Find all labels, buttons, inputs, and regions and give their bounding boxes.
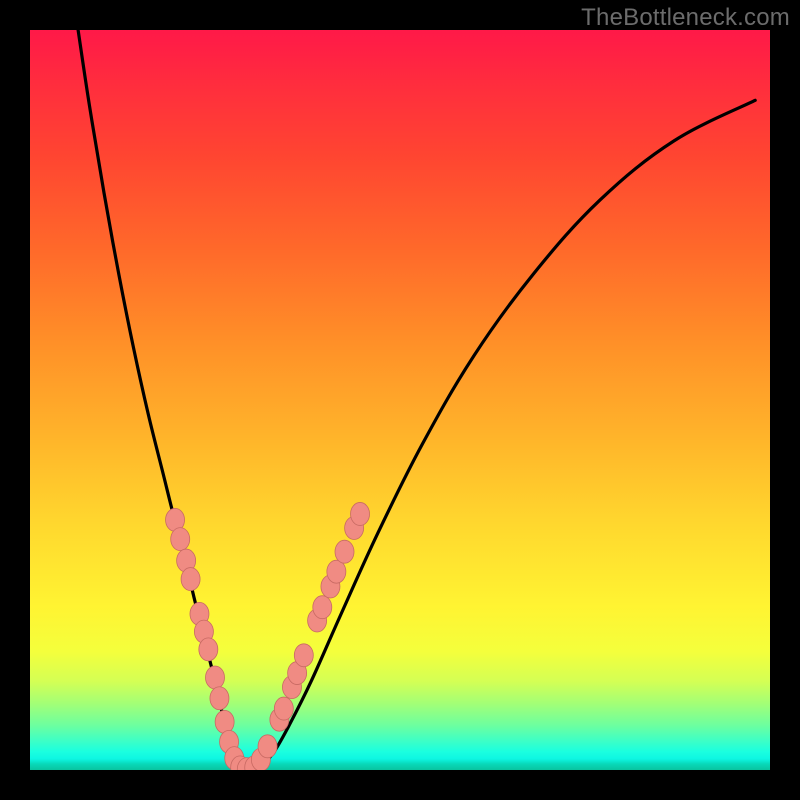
curve-marker xyxy=(206,666,225,689)
curve-marker xyxy=(171,528,190,551)
curve-marker xyxy=(215,710,234,733)
watermark-text: TheBottleneck.com xyxy=(581,4,790,32)
curve-marker xyxy=(294,644,313,667)
chart-frame: TheBottleneck.com xyxy=(0,0,800,800)
curve-marker xyxy=(274,697,293,720)
curve-marker xyxy=(351,502,370,525)
curve-marker xyxy=(210,687,229,710)
curve-markers xyxy=(166,502,370,780)
curve-marker xyxy=(258,735,277,758)
curve-marker xyxy=(313,596,332,619)
curve-marker xyxy=(199,638,218,661)
curve-marker xyxy=(181,568,200,591)
curve-marker xyxy=(327,560,346,583)
chart-overlay xyxy=(0,0,800,800)
bottleneck-curve xyxy=(78,30,755,770)
curve-marker xyxy=(335,540,354,563)
